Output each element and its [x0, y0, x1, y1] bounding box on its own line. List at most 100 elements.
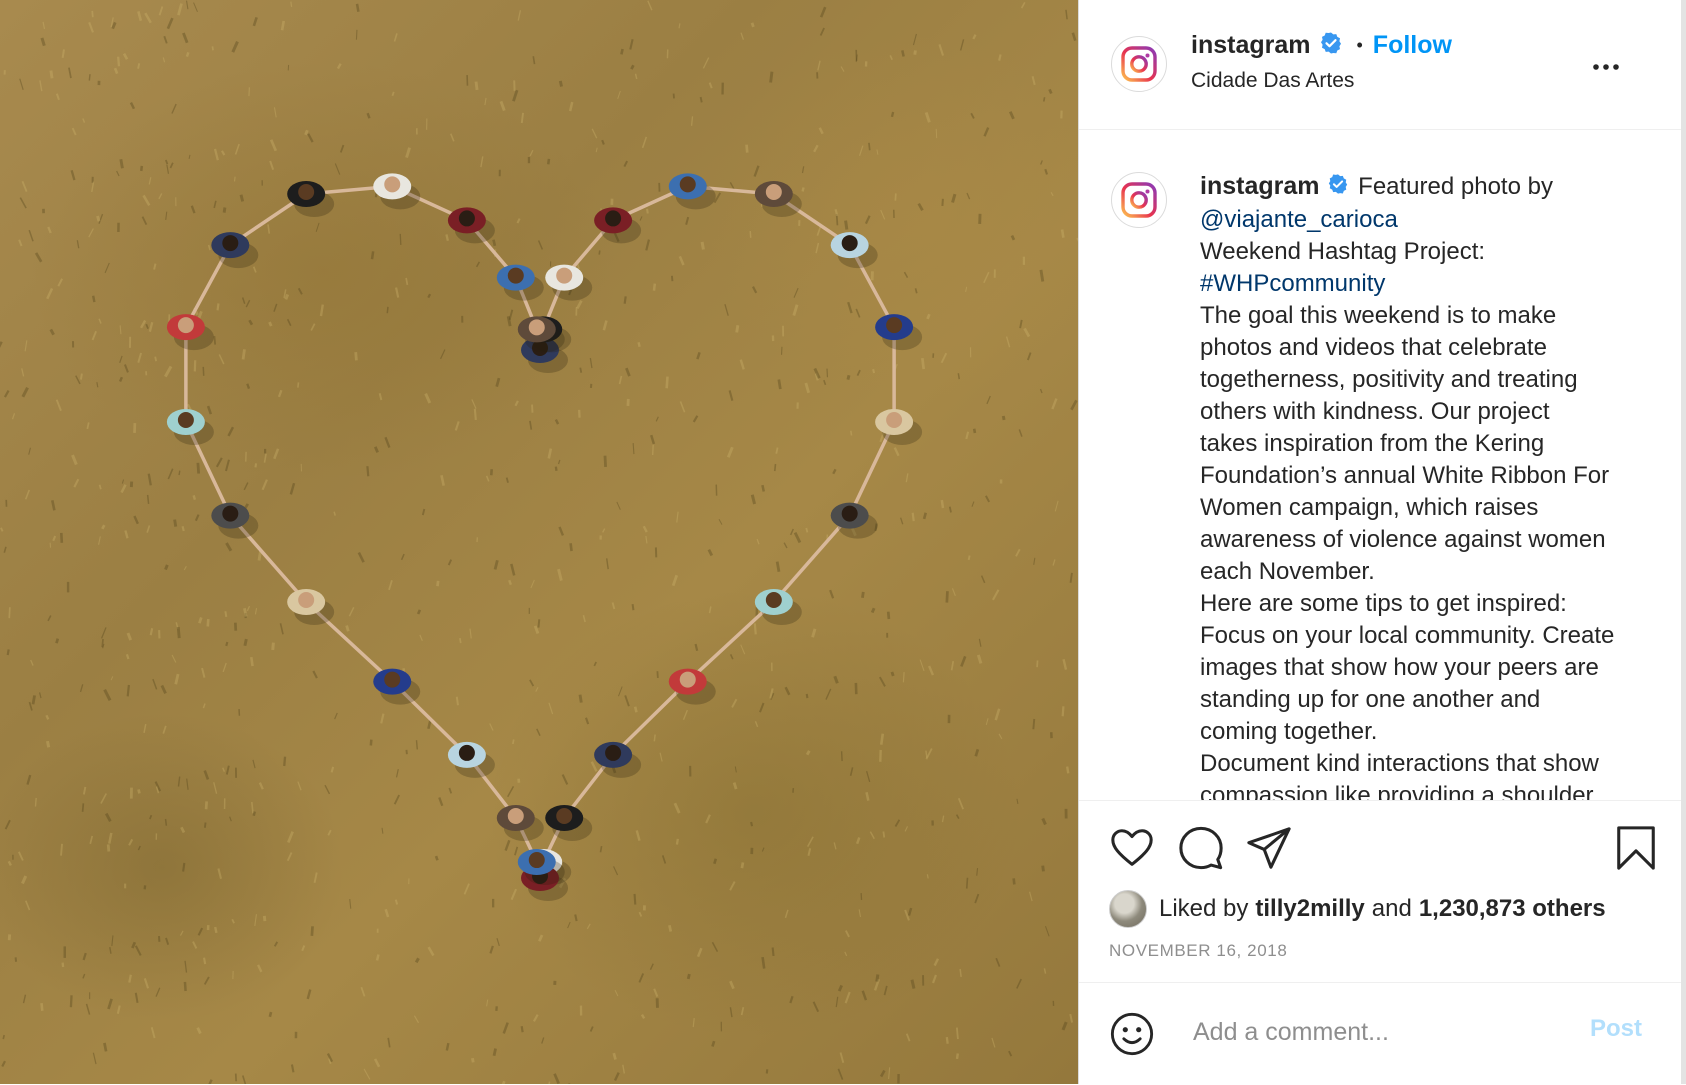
grass-texture — [369, 739, 373, 746]
person-figure — [287, 589, 335, 625]
post-location[interactable]: Cidade Das Artes — [1191, 69, 1354, 93]
grass-texture — [106, 844, 111, 852]
caption-link[interactable]: #WHPcommunity — [1200, 268, 1660, 300]
comment-bubble-icon[interactable] — [1178, 825, 1224, 876]
grass-texture — [926, 313, 931, 320]
grass-texture — [879, 733, 885, 745]
grass-texture — [480, 156, 484, 168]
grass-texture — [145, 371, 148, 376]
grass-texture — [931, 974, 937, 984]
grass-texture — [455, 696, 459, 706]
grass-texture — [21, 387, 29, 398]
grass-texture — [60, 532, 64, 543]
grass-texture — [531, 404, 534, 413]
grass-texture — [951, 588, 956, 597]
scrollbar-track[interactable] — [1681, 0, 1686, 1084]
grass-texture — [593, 661, 597, 667]
grass-texture — [137, 352, 143, 363]
grass-texture — [919, 659, 925, 672]
grass-texture — [699, 96, 703, 103]
caption-username[interactable]: instagram — [1200, 172, 1319, 200]
smiley-icon[interactable] — [1109, 1011, 1155, 1062]
grass-texture — [245, 451, 247, 462]
grass-texture — [179, 930, 184, 936]
person-figure — [830, 502, 878, 539]
grass-texture — [72, 341, 75, 348]
grass-texture — [935, 128, 938, 139]
grass-texture — [124, 883, 127, 889]
grass-texture — [198, 616, 203, 624]
grass-texture — [268, 321, 273, 327]
grass-texture — [492, 239, 497, 247]
post-date[interactable]: NOVEMBER 16, 2018 — [1109, 941, 1287, 961]
caption-avatar[interactable] — [1111, 172, 1167, 228]
grass-texture — [131, 941, 137, 949]
grass-texture — [1016, 978, 1022, 989]
grass-texture — [231, 918, 235, 924]
grass-texture — [116, 170, 120, 177]
grass-texture — [816, 72, 819, 79]
grass-texture — [375, 954, 380, 961]
grass-texture — [47, 226, 52, 234]
person-figure — [754, 589, 802, 625]
grass-texture — [85, 1003, 91, 1015]
likes-others-count[interactable]: 1,230,873 others — [1419, 895, 1606, 923]
post-photo[interactable] — [0, 0, 1078, 1084]
grass-texture — [1026, 352, 1032, 361]
grass-texture — [801, 187, 805, 192]
grass-texture — [599, 535, 602, 540]
grass-texture — [861, 990, 868, 1001]
grass-texture — [125, 653, 130, 660]
grass-texture — [771, 335, 775, 342]
follow-button[interactable]: Follow — [1373, 31, 1452, 60]
grass-texture — [907, 907, 913, 916]
grass-texture — [995, 957, 1001, 967]
grass-texture — [313, 872, 318, 883]
grass-texture — [166, 164, 170, 174]
grass-texture — [823, 379, 827, 386]
caption-link[interactable]: @viajante_carioca — [1200, 204, 1660, 236]
grass-texture — [386, 306, 389, 314]
grass-texture — [164, 365, 173, 378]
likes-summary: Liked by tilly2milly and 1,230,873 other… — [1109, 889, 1606, 929]
grass-texture — [273, 448, 280, 460]
heart-icon[interactable] — [1109, 825, 1155, 876]
grass-texture — [366, 466, 370, 477]
caption-line: each November. — [1200, 557, 1375, 585]
grass-texture — [590, 761, 598, 772]
grass-texture — [508, 579, 512, 586]
profile-avatar[interactable] — [1111, 36, 1167, 92]
grass-texture — [826, 368, 829, 378]
grass-texture — [1001, 415, 1006, 421]
grass-texture — [994, 708, 1001, 721]
grass-texture — [1, 1060, 6, 1067]
paper-plane-icon[interactable] — [1246, 825, 1292, 876]
grass-texture — [175, 197, 177, 207]
grass-texture — [642, 905, 646, 911]
grass-texture — [926, 874, 929, 879]
grass-texture — [1015, 548, 1021, 557]
grass-texture — [40, 37, 46, 47]
grass-texture — [454, 421, 460, 431]
grass-texture — [837, 984, 843, 992]
liker-username[interactable]: tilly2milly — [1255, 895, 1364, 923]
grass-texture — [202, 366, 205, 376]
comment-input[interactable] — [1191, 1011, 1575, 1053]
bookmark-icon[interactable] — [1613, 825, 1659, 876]
grass-texture — [893, 447, 900, 457]
grass-texture — [983, 271, 990, 284]
grass-texture — [626, 398, 630, 407]
grass-texture — [484, 97, 487, 106]
liker-avatar[interactable] — [1109, 890, 1147, 928]
post-comment-button[interactable]: Post — [1590, 1015, 1642, 1043]
grass-texture — [749, 230, 752, 238]
grass-texture — [137, 63, 141, 69]
header-username[interactable]: instagram — [1191, 31, 1310, 60]
grass-texture — [144, 12, 152, 24]
grass-texture — [231, 41, 239, 53]
grass-texture — [837, 1068, 844, 1080]
grass-texture — [773, 463, 777, 472]
grass-texture — [850, 430, 853, 436]
more-horizontal-icon[interactable] — [1591, 52, 1621, 87]
grass-texture — [307, 133, 314, 143]
